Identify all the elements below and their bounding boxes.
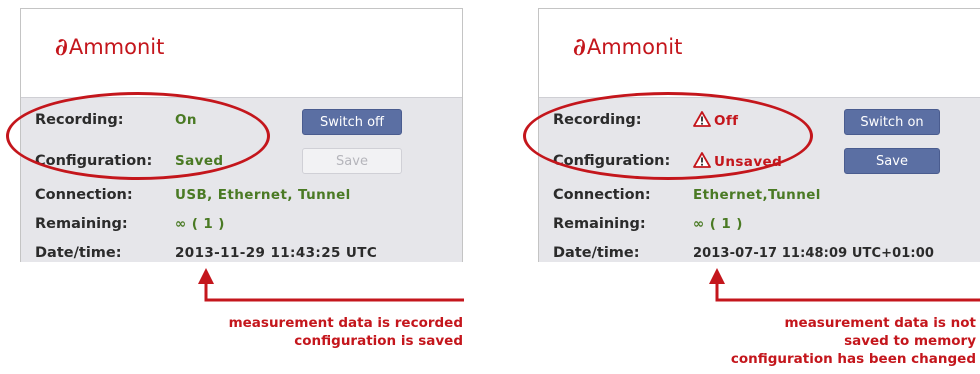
annotation-line: configuration is saved (294, 333, 463, 349)
annotation-line: measurement data is recorded (228, 315, 463, 331)
annotation-right: measurement data is not saved to memory … (731, 314, 976, 368)
annotation-line: saved to memory (844, 333, 976, 349)
annotation-left: measurement data is recorded configurati… (229, 314, 463, 350)
arrow-up-icon (709, 268, 980, 302)
annotation-line: measurement data is not (784, 315, 976, 331)
annotation-line: configuration has been changed (730, 351, 976, 367)
arrow-up-icon (198, 268, 464, 302)
